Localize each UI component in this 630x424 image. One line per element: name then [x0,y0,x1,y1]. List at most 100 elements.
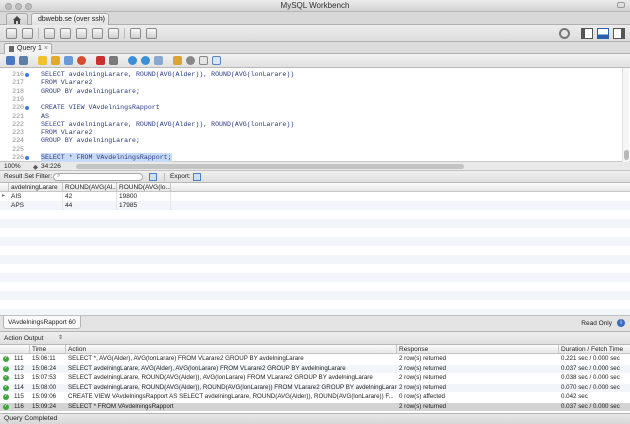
execute-icon[interactable] [38,56,47,65]
limit-rows-icon[interactable] [154,56,163,65]
action-action: SELECT avdelningLarare, ROUND(AVG(Alder)… [68,383,397,391]
new-function-icon[interactable] [108,28,119,39]
column-header[interactable]: avdelningLarare [9,183,63,192]
layout-right-icon[interactable] [613,28,625,39]
new-view-icon[interactable] [76,28,87,39]
table-row[interactable]: APS 44 17985 [0,201,630,210]
stop-icon[interactable] [77,56,86,65]
result-set-toolbar: Result Set Filter: ⌕ Export: [0,171,630,183]
invisible-chars-icon[interactable] [199,56,208,65]
settings-icon[interactable] [559,28,570,39]
open-file-icon[interactable] [6,56,15,65]
table-cell[interactable]: 42 [63,192,117,201]
query-tab-bar: Query 1 × [0,42,630,54]
action-row[interactable]: 112 15:06:24 SELECT avdelningLarare, AVG(A… [0,364,630,373]
execute-current-icon[interactable] [51,56,60,65]
commit-icon[interactable] [128,56,137,65]
result-tab-label: VAvdelningsRapport 60 [8,319,76,326]
editor-vertical-scrollbar[interactable] [622,68,629,162]
statement-marker-icon [25,106,29,111]
action-row[interactable]: 113 15:07:53 SELECT avdelningLarare, ROUND… [0,373,630,382]
zoom-level[interactable]: 100% [4,163,21,170]
scrollbar-thumb[interactable] [624,150,629,160]
export-icon[interactable] [193,173,201,181]
action-row[interactable]: 115 15:09:06 CREATE VIEW VAvdelningsRappor… [0,392,630,401]
wrap-lines-icon[interactable] [212,56,221,65]
table-cell[interactable]: APS [9,201,63,210]
filter-icon[interactable] [149,173,157,181]
status-bar: Query Completed [0,413,630,424]
column-header-duration[interactable]: Duration / Fetch Time [559,345,630,354]
find-icon[interactable] [186,56,195,65]
close-icon[interactable]: × [44,45,48,52]
main-toolbar [0,25,630,42]
column-header[interactable]: ROUND(AVG(lo... [117,183,171,192]
success-icon [3,402,9,410]
explain-icon[interactable] [64,56,73,65]
action-num: 115 [14,393,24,400]
save-icon[interactable] [19,56,28,65]
column-header-action[interactable]: Action [66,345,397,354]
fullscreen-icon[interactable] [617,2,625,8]
action-action: SELECT *, AVG(Alder), AVG(lonLarare) FRO… [68,355,304,362]
close-icon[interactable]: × [100,16,104,23]
search-table-icon[interactable] [130,28,141,39]
action-action: SELECT * FROM VAvdelningsRapport [68,402,174,410]
new-sql-icon[interactable] [6,28,17,39]
search-icon: ⌕ [57,173,61,179]
new-routine-icon[interactable] [92,28,103,39]
layout-bottom-icon[interactable] [597,28,609,39]
reconnect-icon[interactable] [146,28,157,39]
editor-horizontal-scrollbar[interactable] [76,164,464,169]
action-output-title[interactable]: Action Output [4,335,43,342]
column-header-filler [171,183,630,192]
info-icon[interactable]: i [617,319,625,327]
action-time: 15:09:24 [32,402,57,410]
new-table-icon[interactable] [60,28,71,39]
action-row[interactable]: 111 15:06:11 SELECT *, AVG(Alder), AVG(lon… [0,354,630,363]
action-row[interactable]: 116 15:09:24 SELECT * FROM VAvdelningsRapp… [0,402,630,411]
rollback-icon[interactable] [141,56,150,65]
action-num: 111 [14,355,24,362]
table-row [0,282,630,291]
column-header[interactable]: ROUND(AVG(Al... [63,183,117,192]
statement-marker-icon [25,156,29,160]
layout-left-icon[interactable] [581,28,593,39]
action-time: 15:08:00 [32,383,57,391]
editor-toolbar [0,54,630,68]
connection-tab[interactable]: dbwebb.se (over ssh) × [31,13,109,25]
chevron-down-icon[interactable]: ⇕ [58,334,63,341]
column-header-status [0,345,30,354]
table-row[interactable]: ▸ AIS 42 19800 [0,192,630,201]
action-time: 15:07:53 [32,374,57,381]
table-cell[interactable]: 17985 [117,201,171,210]
action-row[interactable]: 114 15:08:00 SELECT avdelningLarare, ROUND… [0,383,630,392]
table-cell[interactable]: 44 [63,201,117,210]
editor-status-strip: 100% ◆ 34:226 [0,162,630,171]
action-num: 113 [14,374,24,381]
open-sql-icon[interactable] [22,28,33,39]
action-time: 15:09:06 [32,393,57,400]
connection-tab-label: dbwebb.se (over ssh) [38,16,105,23]
result-grid[interactable]: avdelningLarare ROUND(AVG(Al... ROUND(AV… [0,183,630,318]
beautify-icon[interactable] [173,56,182,65]
toggle-continue-icon[interactable] [96,56,105,65]
sql-editor[interactable]: 216 SELECT avdelningLarare, ROUND(AVG(Ald… [0,68,630,163]
table-cell[interactable]: AIS [9,192,63,201]
home-tab[interactable] [6,13,28,25]
query-tab[interactable]: Query 1 × [4,43,52,54]
status-text: Query Completed [4,415,58,422]
column-header-time[interactable]: Time [30,345,66,354]
action-response: 2 row(s) returned [399,355,447,362]
result-tab[interactable]: VAvdelningsRapport 60 [3,316,81,329]
table-cell[interactable]: 19800 [117,192,171,201]
action-action: SELECT avdelningLarare, AVG(Alder), AVG(… [68,364,346,372]
result-filter-input[interactable]: ⌕ [53,173,143,181]
action-duration: 0.037 sec / 0.000 sec [561,364,620,372]
new-schema-icon[interactable] [44,28,55,39]
action-time: 15:06:24 [32,364,57,372]
action-output-table[interactable]: Time Action Response Duration / Fetch Ti… [0,345,630,413]
toggle-autocommit-icon[interactable] [109,56,118,65]
toolbar-divider [164,173,165,181]
column-header-response[interactable]: Response [397,345,559,354]
